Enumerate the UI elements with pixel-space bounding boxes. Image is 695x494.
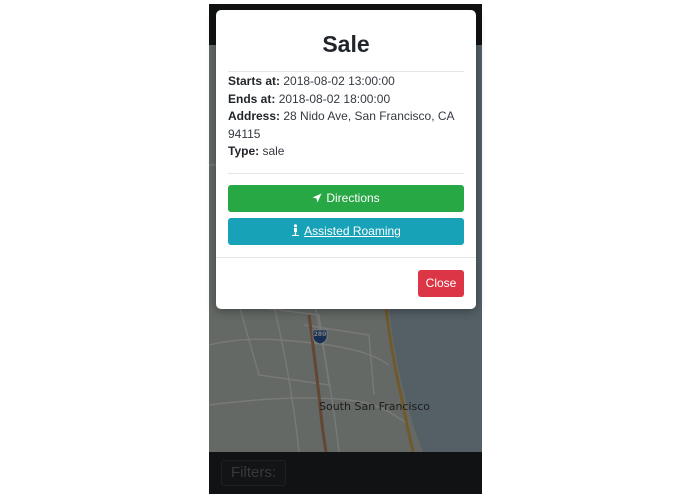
sale-details: Starts at: 2018-08-02 13:00:00 Ends at: … xyxy=(228,73,464,161)
address-label: Address: xyxy=(228,109,281,123)
walking-person-icon xyxy=(291,219,300,246)
ends-at-label: Ends at: xyxy=(228,91,276,106)
starts-at-row: Starts at: 2018-08-02 13:00:00 xyxy=(228,73,464,91)
directions-label: Directions xyxy=(326,191,380,205)
directions-button[interactable]: Directions xyxy=(228,185,464,212)
type-label: Type: xyxy=(228,144,260,158)
close-button[interactable]: Close xyxy=(418,270,464,297)
details-divider-visible xyxy=(228,173,464,174)
ends-at-value: 2018-08-02 18:00:00 xyxy=(278,91,391,106)
modal-title: Sale xyxy=(322,31,370,57)
address-row: Address: 28 Nido Ave, San Francisco, CA … xyxy=(228,108,464,143)
sale-modal: Sale Starts at: 2018-08-02 13:00:00 Ends… xyxy=(216,10,476,309)
assisted-roaming-label: Assisted Roaming xyxy=(304,224,401,238)
location-arrow-icon xyxy=(312,186,322,213)
footer-divider xyxy=(216,257,476,258)
assisted-roaming-button[interactable]: Assisted Roaming xyxy=(228,218,464,245)
type-row: Type: sale xyxy=(228,143,464,161)
ends-at-row: Ends at: 2018-08-02 18:00:00 xyxy=(228,91,464,109)
starts-at-label: Starts at: xyxy=(228,74,281,88)
type-value: sale xyxy=(262,144,285,158)
starts-at-value: 2018-08-02 13:00:00 xyxy=(283,74,395,88)
title-divider xyxy=(228,71,464,72)
